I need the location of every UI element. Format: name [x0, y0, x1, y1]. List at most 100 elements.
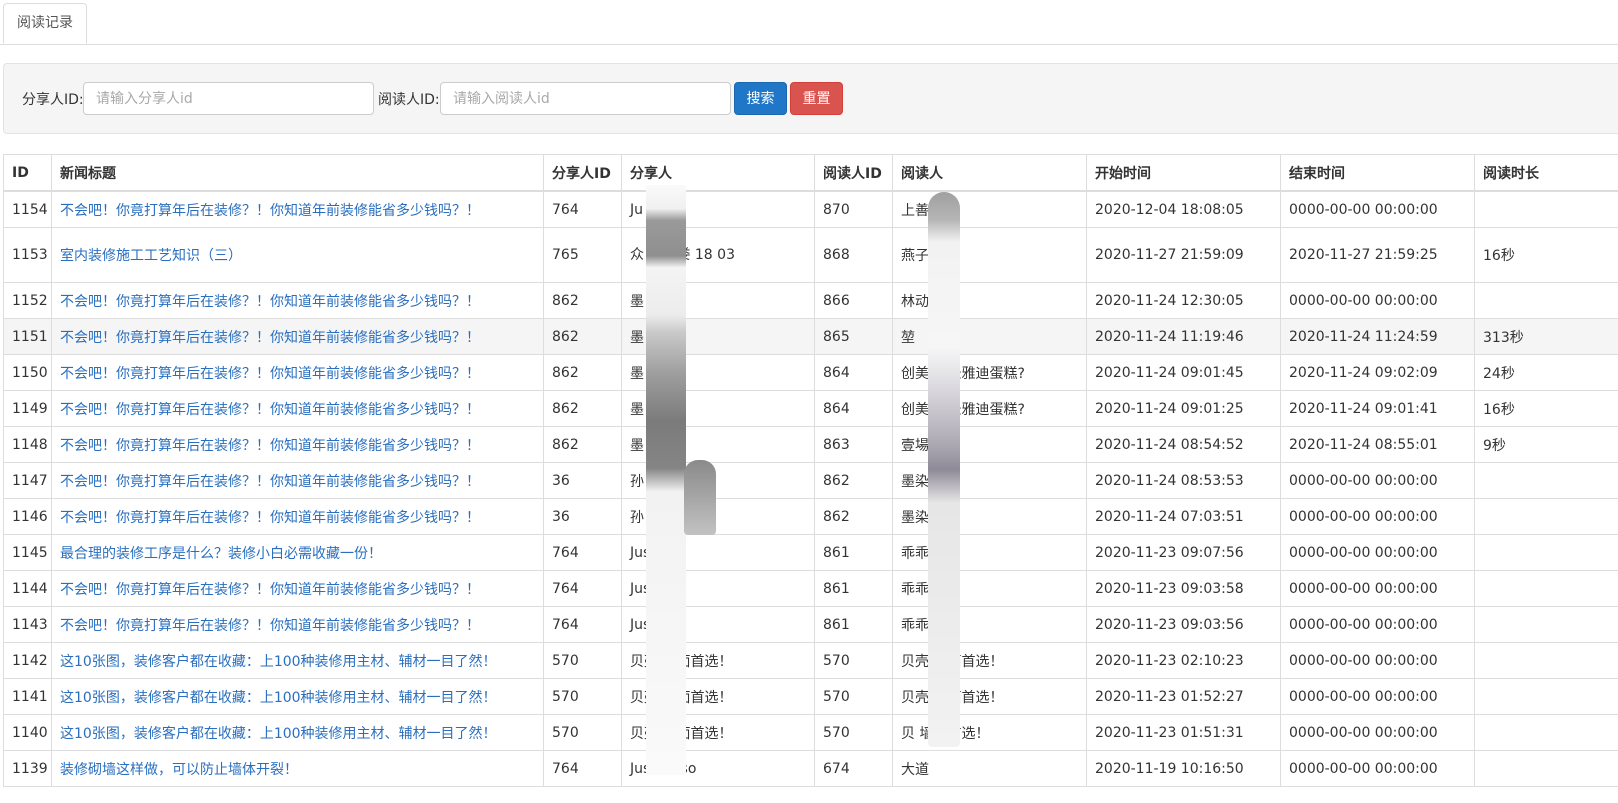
news-title-link[interactable]: 装修砌墙这样做，可以防止墙体开裂！	[60, 762, 298, 778]
sharer-id-input[interactable]	[83, 82, 374, 115]
table-row[interactable]: 1150 不会吧！你竟打算年后在装修？！你知道年前装修能省多少钱吗？！ 862 墨 86…	[3, 354, 1618, 391]
table-row[interactable]: 1153室内装修施工工艺知识（三）765众 饰小娄 18 03868燕子2020…	[3, 227, 1618, 283]
news-title-link[interactable]: 这10张图，装修客户都在收藏：上100种装修用主材、辅材一目了然！	[60, 726, 497, 742]
cell-reader-id: 861	[814, 570, 893, 607]
cell-news-title: 不会吧！你竟打算年后在装修？！你知道年前装修能省多少钱吗？！	[51, 462, 544, 499]
cell-reader: 贝壳 墙面首选！	[892, 678, 1087, 715]
table-row[interactable]: 1145 最合理的装修工序是什么？装修小白必需收藏一份！ 764 Jus 861 乖乖 20…	[3, 534, 1618, 571]
cell-id: 1143	[3, 606, 52, 643]
cell-end-time: 0000-00-00 00:00:00	[1280, 642, 1475, 679]
table-row[interactable]: 1144 不会吧！你竟打算年后在装修？！你知道年前装修能省多少钱吗？！ 764 Jus…	[3, 570, 1618, 607]
cell-reader-id: 864	[814, 354, 893, 391]
news-title-link[interactable]: 室内装修施工工艺知识（三）	[60, 248, 242, 264]
header-reader-id: 阅读人ID	[814, 154, 893, 192]
header-reader: 阅读人	[892, 154, 1087, 192]
table-row[interactable]: 1143 不会吧！你竟打算年后在装修？！你知道年前装修能省多少钱吗？！ 764 Jus…	[3, 606, 1618, 643]
cell-id: 1147	[3, 462, 52, 499]
news-title-link[interactable]: 不会吧！你竟打算年后在装修？！你知道年前装修能省多少钱吗？！	[60, 510, 480, 526]
tab-reading-records[interactable]: 阅读记录	[3, 3, 87, 44]
reset-button[interactable]: 重置	[790, 82, 843, 115]
news-title-link[interactable]: 不会吧！你竟打算年后在装修？！你知道年前装修能省多少钱吗？！	[60, 330, 480, 346]
table-row[interactable]: 1146不会吧！你竟打算年后在装修？！你知道年前装修能省多少钱吗？！36孙 73…	[3, 498, 1618, 535]
cell-reader: 乖乖	[892, 534, 1087, 571]
news-title-link[interactable]: 不会吧！你竟打算年后在装修？！你知道年前装修能省多少钱吗？！	[60, 203, 480, 219]
table-row[interactable]: 1142 这10张图，装修客户都在收藏：上100种装修用主材、辅材一目了然！ 570…	[3, 642, 1618, 679]
news-title-link[interactable]: 不会吧！你竟打算年后在装修？！你知道年前装修能省多少钱吗？！	[60, 474, 480, 490]
cell-news-title: 不会吧！你竟打算年后在装修？！你知道年前装修能省多少钱吗？！	[51, 570, 544, 607]
table-row[interactable]: 1152 不会吧！你竟打算年后在装修？！你知道年前装修能省多少钱吗？！ 862 墨 86…	[3, 282, 1618, 319]
cell-duration: 16秒	[1474, 227, 1618, 283]
cell-start-time: 2020-11-24 09:01:45	[1086, 354, 1281, 391]
cell-reader: 乖乖	[892, 570, 1087, 607]
cell-duration	[1474, 714, 1618, 751]
reader-id-label: 阅读人ID:	[378, 92, 440, 108]
cell-reader-id: 870	[814, 190, 893, 228]
cell-end-time: 0000-00-00 00:00:00	[1280, 282, 1475, 319]
search-panel: 分享人ID: 阅读人ID: 搜索 重置	[3, 63, 1618, 134]
cell-end-time: 2020-11-24 09:02:09	[1280, 354, 1475, 391]
cell-duration	[1474, 678, 1618, 715]
cell-start-time: 2020-11-23 01:51:31	[1086, 714, 1281, 751]
cell-end-time: 0000-00-00 00:00:00	[1280, 498, 1475, 535]
cell-news-title: 不会吧！你竟打算年后在装修？！你知道年前装修能省多少钱吗？！	[51, 190, 544, 228]
search-button[interactable]: 搜索	[734, 82, 787, 115]
cell-reader-id: 866	[814, 282, 893, 319]
cell-reader: 乖乖	[892, 606, 1087, 643]
cell-start-time: 2020-11-24 12:30:05	[1086, 282, 1281, 319]
news-title-link[interactable]: 不会吧！你竟打算年后在装修？！你知道年前装修能省多少钱吗？！	[60, 582, 480, 598]
cell-news-title: 不会吧！你竟打算年后在装修？！你知道年前装修能省多少钱吗？！	[51, 318, 544, 355]
cell-reader: 贝壳 墙面首选！	[892, 642, 1087, 679]
cell-duration	[1474, 462, 1618, 499]
news-title-link[interactable]: 这10张图，装修客户都在收藏：上100种装修用主材、辅材一目了然！	[60, 654, 497, 670]
cell-reader: 林动	[892, 282, 1087, 319]
table-row[interactable]: 1151 不会吧！你竟打算年后在装修？！你知道年前装修能省多少钱吗？！ 862 墨 86…	[3, 318, 1618, 355]
cell-reader-id: 570	[814, 714, 893, 751]
cell-end-time: 2020-11-24 11:24:59	[1280, 318, 1475, 355]
cell-id: 1141	[3, 678, 52, 715]
table-row[interactable]: 1148 不会吧！你竟打算年后在装修？！你知道年前装修能省多少钱吗？！ 862 墨 86…	[3, 426, 1618, 463]
news-title-link[interactable]: 不会吧！你竟打算年后在装修？！你知道年前装修能省多少钱吗？！	[60, 402, 480, 418]
cell-duration: 313秒	[1474, 318, 1618, 355]
cell-id: 1142	[3, 642, 52, 679]
cell-start-time: 2020-11-24 11:19:46	[1086, 318, 1281, 355]
cell-news-title: 装修砌墙这样做，可以防止墙体开裂！	[51, 750, 544, 787]
news-title-link[interactable]: 不会吧！你竟打算年后在装修？！你知道年前装修能省多少钱吗？！	[60, 438, 480, 454]
cell-duration	[1474, 570, 1618, 607]
cell-sharer-id: 764	[543, 570, 622, 607]
table-header-row: ID 新闻标题 分享人ID 分享人 阅读人ID 阅读人 开始时间 结束时间 阅读…	[3, 154, 1618, 192]
cell-end-time: 0000-00-00 00:00:00	[1280, 462, 1475, 499]
cell-end-time: 2020-11-27 21:59:25	[1280, 227, 1475, 283]
cell-start-time: 2020-11-24 09:01:25	[1086, 390, 1281, 427]
cell-sharer-id: 570	[543, 678, 622, 715]
news-title-link[interactable]: 不会吧！你竟打算年后在装修？！你知道年前装修能省多少钱吗？！	[60, 294, 480, 310]
cell-reader-id: 864	[814, 390, 893, 427]
table-row[interactable]: 1147不会吧！你竟打算年后在装修？！你知道年前装修能省多少钱吗？！36孙 73…	[3, 462, 1618, 499]
cell-id: 1151	[3, 318, 52, 355]
header-end-time: 结束时间	[1280, 154, 1475, 192]
cell-id: 1149	[3, 390, 52, 427]
table-row[interactable]: 1140 这10张图，装修客户都在收藏：上100种装修用主材、辅材一目了然！ 570…	[3, 714, 1618, 751]
cell-news-title: 不会吧！你竟打算年后在装修？！你知道年前装修能省多少钱吗？！	[51, 498, 544, 535]
cell-sharer-id: 862	[543, 354, 622, 391]
news-title-link[interactable]: 这10张图，装修客户都在收藏：上100种装修用主材、辅材一目了然！	[60, 690, 497, 706]
table-row[interactable]: 1149 不会吧！你竟打算年后在装修？！你知道年前装修能省多少钱吗？！ 862 墨 86…	[3, 390, 1618, 427]
table-row[interactable]: 1154 不会吧！你竟打算年后在装修？！你知道年前装修能省多少钱吗？！ 764 Ju 8…	[3, 190, 1618, 228]
cell-reader-id: 862	[814, 462, 893, 499]
cell-sharer-id: 765	[543, 227, 622, 283]
redaction-mask	[684, 460, 716, 535]
news-title-link[interactable]: 不会吧！你竟打算年后在装修？！你知道年前装修能省多少钱吗？！	[60, 618, 480, 634]
cell-sharer-id: 36	[543, 462, 622, 499]
cell-start-time: 2020-11-19 10:16:50	[1086, 750, 1281, 787]
news-title-link[interactable]: 最合理的装修工序是什么？装修小白必需收藏一份！	[60, 546, 382, 562]
cell-reader: 墨染	[892, 462, 1087, 499]
reader-id-input[interactable]	[440, 82, 731, 115]
news-title-link[interactable]: 不会吧！你竟打算年后在装修？！你知道年前装修能省多少钱吗？！	[60, 366, 480, 382]
table-row[interactable]: 1141 这10张图，装修客户都在收藏：上100种装修用主材、辅材一目了然！ 570…	[3, 678, 1618, 715]
cell-sharer-id: 862	[543, 426, 622, 463]
cell-id: 1153	[3, 227, 52, 283]
cell-duration	[1474, 282, 1618, 319]
cell-duration	[1474, 606, 1618, 643]
cell-end-time: 0000-00-00 00:00:00	[1280, 714, 1475, 751]
table-row[interactable]: 1139装修砌墙这样做，可以防止墙体开裂！764Just so so674大道 …	[3, 750, 1618, 787]
cell-start-time: 2020-11-23 09:03:58	[1086, 570, 1281, 607]
